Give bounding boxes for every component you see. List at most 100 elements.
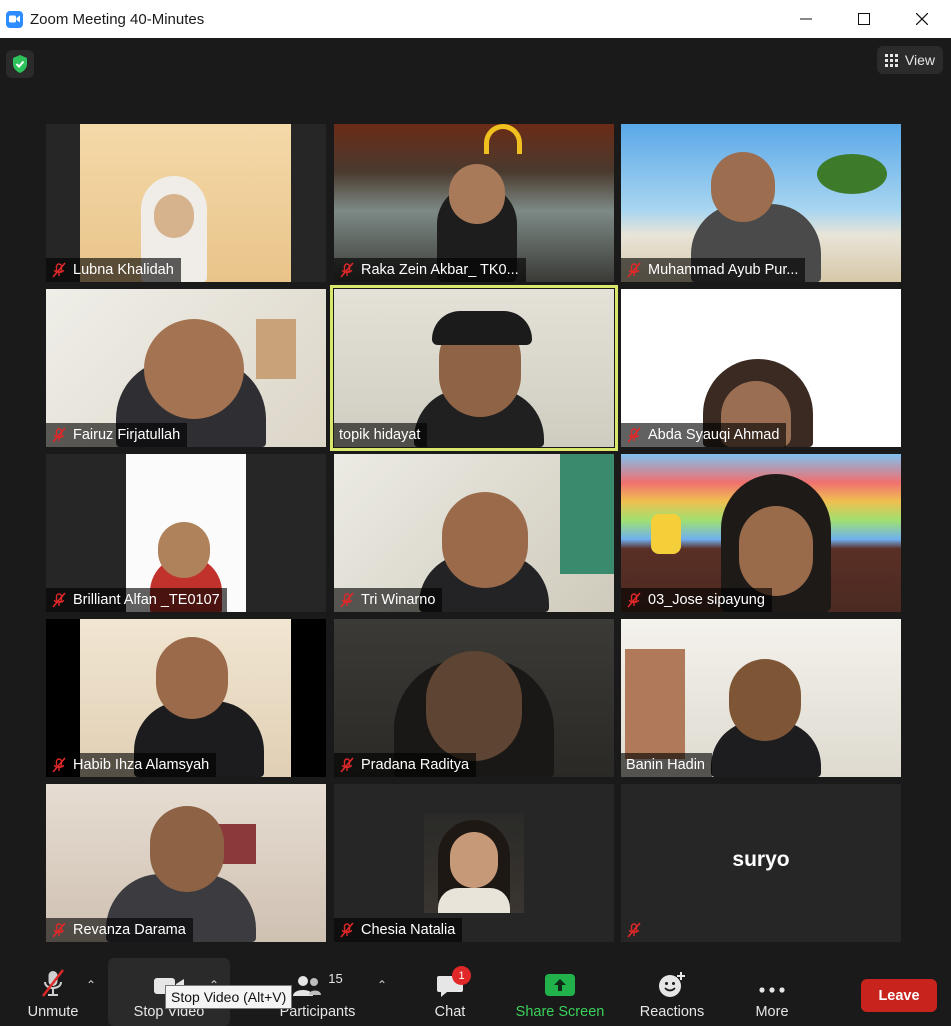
- participant-name: topik hidayat: [339, 427, 421, 443]
- view-label: View: [904, 52, 935, 68]
- leave-button[interactable]: Leave: [861, 979, 937, 1012]
- participant-name: Raka Zein Akbar_ TK0...: [361, 262, 519, 278]
- participant-name: Tri Winarno: [361, 592, 436, 608]
- video-tile[interactable]: Raka Zein Akbar_ TK0...: [334, 124, 614, 282]
- mic-muted-icon: [626, 262, 642, 278]
- participant-shirt: [438, 888, 510, 913]
- video-tile-active-speaker[interactable]: topik hidayat: [330, 285, 618, 451]
- video-tile[interactable]: Banin Hadin: [621, 619, 901, 777]
- participant-name: Banin Hadin: [626, 757, 705, 773]
- reactions-label: Reactions: [639, 1004, 705, 1020]
- video-tile[interactable]: Abda Syauqi Ahmad: [621, 289, 901, 447]
- mic-muted-icon: [339, 262, 355, 278]
- share-screen-icon: [544, 958, 576, 998]
- more-button[interactable]: More: [746, 958, 798, 1026]
- participant-face: [144, 319, 244, 419]
- participant-face: [426, 651, 522, 761]
- participant-name: Fairuz Firjatullah: [73, 427, 181, 443]
- video-tile[interactable]: suryo: [621, 784, 901, 942]
- video-tile[interactable]: Lubna Khalidah: [46, 124, 326, 282]
- participant-label: Abda Syauqi Ahmad: [621, 423, 787, 447]
- curtain: [560, 454, 614, 574]
- participant-label: Chesia Natalia: [334, 918, 463, 942]
- share-screen-label: Share Screen: [515, 1004, 605, 1020]
- more-dots-icon: [758, 958, 786, 998]
- video-tile[interactable]: Tri Winarno: [334, 454, 614, 612]
- zoom-logo-icon: [6, 10, 23, 28]
- mic-muted-icon: [626, 592, 642, 608]
- participant-label: Muhammad Ayub Pur...: [621, 258, 806, 282]
- video-tile[interactable]: Pradana Raditya: [334, 619, 614, 777]
- mic-muted-icon: [51, 592, 67, 608]
- stop-video-tooltip: Stop Video (Alt+V): [165, 985, 293, 1009]
- participant-face: [154, 194, 194, 238]
- reactions-button[interactable]: Reactions: [636, 958, 708, 1026]
- participant-name: Muhammad Ayub Pur...: [648, 262, 799, 278]
- video-tile[interactable]: Muhammad Ayub Pur...: [621, 124, 901, 282]
- mic-muted-icon: [51, 922, 67, 938]
- meeting-toolbar: Unmute ⌃ Stop Video ⌃ 15 Participants ⌃ …: [0, 958, 951, 1026]
- close-button[interactable]: [893, 0, 951, 38]
- participant-face: [158, 522, 210, 578]
- video-tile[interactable]: 03_Jose sipayung: [621, 454, 901, 612]
- mic-muted-icon: [51, 262, 67, 278]
- participant-label: Raka Zein Akbar_ TK0...: [334, 258, 526, 282]
- participant-name: Brilliant Alfan _TE0107: [73, 592, 220, 608]
- chat-button[interactable]: Chat: [422, 958, 478, 1026]
- participant-name: Abda Syauqi Ahmad: [648, 427, 780, 443]
- cabinet: [625, 649, 685, 759]
- mic-muted-icon: [339, 922, 355, 938]
- participant-label: Habib Ihza Alamsyah: [46, 753, 217, 777]
- participant-name: Pradana Raditya: [361, 757, 470, 773]
- maximize-button[interactable]: [835, 0, 893, 38]
- title-bar: Zoom Meeting 40-Minutes: [0, 0, 951, 38]
- mic-muted-icon: [40, 958, 66, 998]
- window-shelf: [256, 319, 296, 379]
- participant-face: [729, 659, 801, 741]
- participant-face: [156, 637, 228, 719]
- participant-name: 03_Jose sipayung: [648, 592, 765, 608]
- participant-label: topik hidayat: [334, 423, 428, 447]
- participants-icon: 15: [292, 958, 343, 998]
- participant-label: Lubna Khalidah: [46, 258, 181, 282]
- unmute-button[interactable]: Unmute: [18, 958, 88, 1026]
- window-title: Zoom Meeting 40-Minutes: [30, 10, 205, 28]
- participant-label: Brilliant Alfan _TE0107: [46, 588, 227, 612]
- participant-face: [150, 806, 224, 892]
- reactions-smiley-icon: [657, 958, 687, 998]
- video-tile[interactable]: Revanza Darama: [46, 784, 326, 942]
- palm-tree: [817, 154, 887, 194]
- share-screen-button[interactable]: Share Screen: [510, 958, 610, 1026]
- participants-options-caret-icon[interactable]: ⌃: [377, 978, 387, 992]
- video-tile[interactable]: Habib Ihza Alamsyah: [46, 619, 326, 777]
- minimize-button[interactable]: [777, 0, 835, 38]
- video-tile[interactable]: Fairuz Firjatullah: [46, 289, 326, 447]
- participant-label: Fairuz Firjatullah: [46, 423, 188, 447]
- chat-label: Chat: [434, 1004, 466, 1020]
- video-tile[interactable]: Chesia Natalia: [334, 784, 614, 942]
- participant-name: Revanza Darama: [73, 922, 186, 938]
- participant-label: Revanza Darama: [46, 918, 193, 942]
- view-button[interactable]: View: [876, 46, 943, 74]
- participant-face: [450, 832, 498, 888]
- more-label: More: [755, 1004, 789, 1020]
- participant-label: Banin Hadin: [621, 753, 712, 777]
- arches-sign: [484, 124, 522, 154]
- unmute-label: Unmute: [27, 1004, 79, 1020]
- participant-label: [621, 918, 655, 942]
- participants-count: 15: [328, 971, 343, 986]
- mic-muted-icon: [626, 922, 642, 938]
- participant-display-name: suryo: [732, 848, 790, 871]
- participant-label: Tri Winarno: [334, 588, 443, 612]
- participant-hair: [432, 311, 532, 345]
- participant-name: Lubna Khalidah: [73, 262, 174, 278]
- participant-face: [711, 152, 775, 222]
- cartoon-hand: [651, 514, 681, 554]
- participant-name: Habib Ihza Alamsyah: [73, 757, 210, 773]
- video-tile[interactable]: Brilliant Alfan _TE0107: [46, 454, 326, 612]
- audio-options-caret-icon[interactable]: ⌃: [86, 978, 96, 992]
- mic-muted-icon: [339, 592, 355, 608]
- participant-name: Chesia Natalia: [361, 922, 456, 938]
- shield-check-icon[interactable]: [6, 50, 34, 78]
- mic-muted-icon: [51, 757, 67, 773]
